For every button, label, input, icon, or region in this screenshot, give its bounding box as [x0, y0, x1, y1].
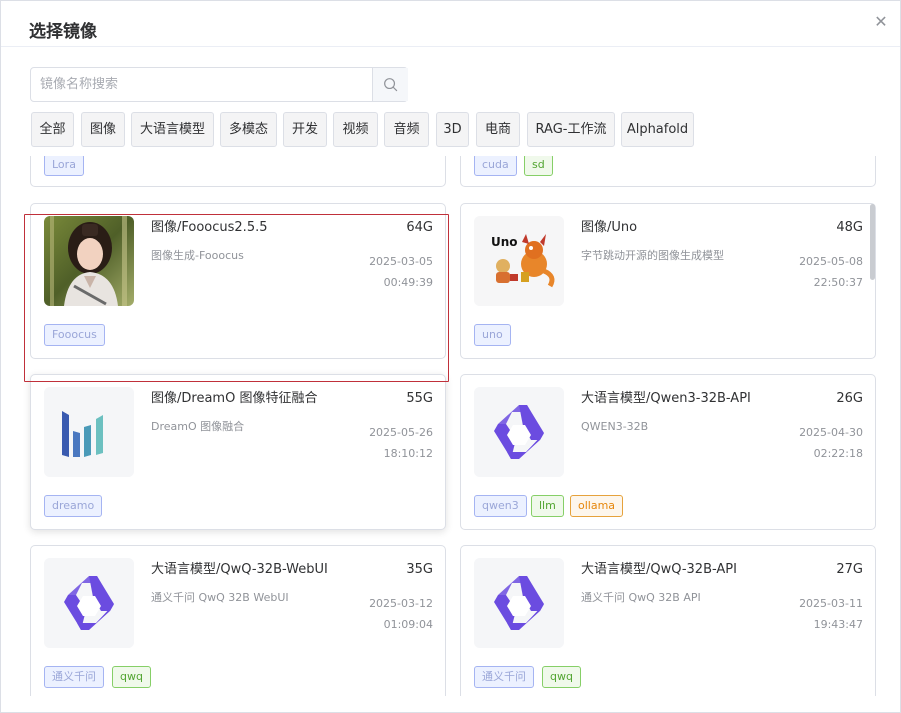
tag: Fooocus — [44, 324, 105, 346]
tag: qwq — [542, 666, 581, 688]
qwen-logo-thumbnail — [474, 387, 564, 477]
image-size: 55G — [406, 391, 433, 406]
filter-image[interactable]: 图像 — [81, 112, 125, 147]
image-card-partial[interactable]: cuda sd — [460, 156, 876, 187]
tag: qwq — [112, 666, 151, 688]
image-name: 大语言模型/Qwen3-32B-API — [581, 391, 751, 406]
dialog-title: 选择镜像 — [29, 22, 97, 42]
image-date: 2025-05-26 — [369, 426, 433, 439]
filter-all[interactable]: 全部 — [31, 112, 74, 147]
list-scrollbar[interactable] — [870, 204, 875, 280]
select-image-dialog: 选择镜像 ✕ 全部 图像 大语言模型 多模态 开发 视频 音频 3D 电商 RA… — [0, 0, 901, 713]
tag: 通义千问 — [44, 666, 104, 688]
portrait-thumbnail — [44, 216, 134, 306]
image-time: 19:43:47 — [813, 618, 863, 631]
image-description: DreamO 图像融合 — [151, 420, 245, 433]
close-icon[interactable]: ✕ — [873, 14, 889, 30]
image-time: 18:10:12 — [383, 447, 433, 460]
qwen-logo-thumbnail — [474, 558, 564, 648]
image-name: 图像/Fooocus2.5.5 — [151, 220, 268, 235]
tag: Lora — [44, 156, 84, 176]
image-card[interactable]: 大语言模型/Qwen3-32B-API 26G QWEN3-32B 2025-0… — [460, 374, 876, 530]
image-size: 26G — [836, 391, 863, 406]
tag: ollama — [570, 495, 624, 517]
image-size: 27G — [836, 562, 863, 577]
image-description: 通义千问 QwQ 32B API — [581, 591, 701, 604]
image-card[interactable]: Uno 图像/Uno 48G 字节跳动开源的图像生成模型 2025-05-08 … — [460, 203, 876, 359]
tag: dreamo — [44, 495, 103, 517]
search-icon — [384, 78, 398, 92]
image-size: 48G — [836, 220, 863, 235]
image-card[interactable]: 大语言模型/QwQ-32B-API 27G 通义千问 QwQ 32B API 2… — [460, 545, 876, 696]
image-description: QWEN3-32B — [581, 420, 649, 433]
image-date: 2025-05-08 — [799, 255, 863, 268]
dialog-header: 选择镜像 ✕ — [1, 1, 900, 47]
image-name: 图像/DreamO 图像特征融合 — [151, 391, 318, 406]
image-date: 2025-03-11 — [799, 597, 863, 610]
image-card-partial[interactable]: Lora — [30, 156, 446, 187]
image-card[interactable]: 图像/Fooocus2.5.5 64G 图像生成-Fooocus 2025-03… — [30, 203, 446, 359]
uno-logo-text: Uno — [491, 235, 518, 249]
search-box — [30, 67, 408, 102]
tag: llm — [531, 495, 564, 517]
image-date: 2025-03-05 — [369, 255, 433, 268]
filter-alphafold[interactable]: Alphafold — [621, 112, 694, 147]
filter-multimodal[interactable]: 多模态 — [220, 112, 277, 147]
image-time: 01:09:04 — [383, 618, 433, 631]
image-size: 35G — [406, 562, 433, 577]
filter-video[interactable]: 视频 — [333, 112, 378, 147]
qwen-logo-icon — [44, 558, 134, 648]
filter-llm[interactable]: 大语言模型 — [131, 112, 214, 147]
qwen-logo-thumbnail — [44, 558, 134, 648]
filter-ecommerce[interactable]: 电商 — [476, 112, 520, 147]
tag: sd — [524, 156, 553, 176]
tag: 通义千问 — [474, 666, 534, 688]
image-name: 大语言模型/QwQ-32B-WebUI — [151, 562, 328, 577]
uno-logo-thumbnail: Uno — [474, 216, 564, 306]
filter-rag-workflow[interactable]: RAG-工作流 — [527, 112, 615, 147]
filter-dev[interactable]: 开发 — [283, 112, 327, 147]
image-time: 02:22:18 — [813, 447, 863, 460]
image-size: 64G — [406, 220, 433, 235]
tag: cuda — [474, 156, 517, 176]
image-description: 图像生成-Fooocus — [151, 249, 244, 262]
search-input[interactable] — [31, 68, 372, 101]
image-card[interactable]: 大语言模型/QwQ-32B-WebUI 35G 通义千问 QwQ 32B Web… — [30, 545, 446, 696]
filter-audio[interactable]: 音频 — [384, 112, 429, 147]
image-name: 图像/Uno — [581, 220, 638, 235]
image-description: 通义千问 QwQ 32B WebUI — [151, 591, 289, 604]
qwen-logo-icon — [474, 558, 564, 648]
filter-3d[interactable]: 3D — [436, 112, 469, 147]
qwen-logo-icon — [474, 387, 564, 477]
image-time: 22:50:37 — [813, 276, 863, 289]
image-card-selected[interactable]: 图像/DreamO 图像特征融合 55G DreamO 图像融合 2025-05… — [30, 374, 446, 530]
tag: qwen3 — [474, 495, 527, 517]
image-date: 2025-04-30 — [799, 426, 863, 439]
tag: uno — [474, 324, 511, 346]
image-time: 00:49:39 — [383, 276, 433, 289]
image-list: Lora cuda sd 图像/Fooocus2.5.5 64G 图像生成-Fo… — [1, 156, 900, 696]
dreamo-logo-thumbnail — [44, 387, 134, 477]
search-button[interactable] — [372, 68, 408, 101]
image-description: 字节跳动开源的图像生成模型 — [581, 249, 724, 262]
image-date: 2025-03-12 — [369, 597, 433, 610]
image-name: 大语言模型/QwQ-32B-API — [581, 562, 737, 577]
